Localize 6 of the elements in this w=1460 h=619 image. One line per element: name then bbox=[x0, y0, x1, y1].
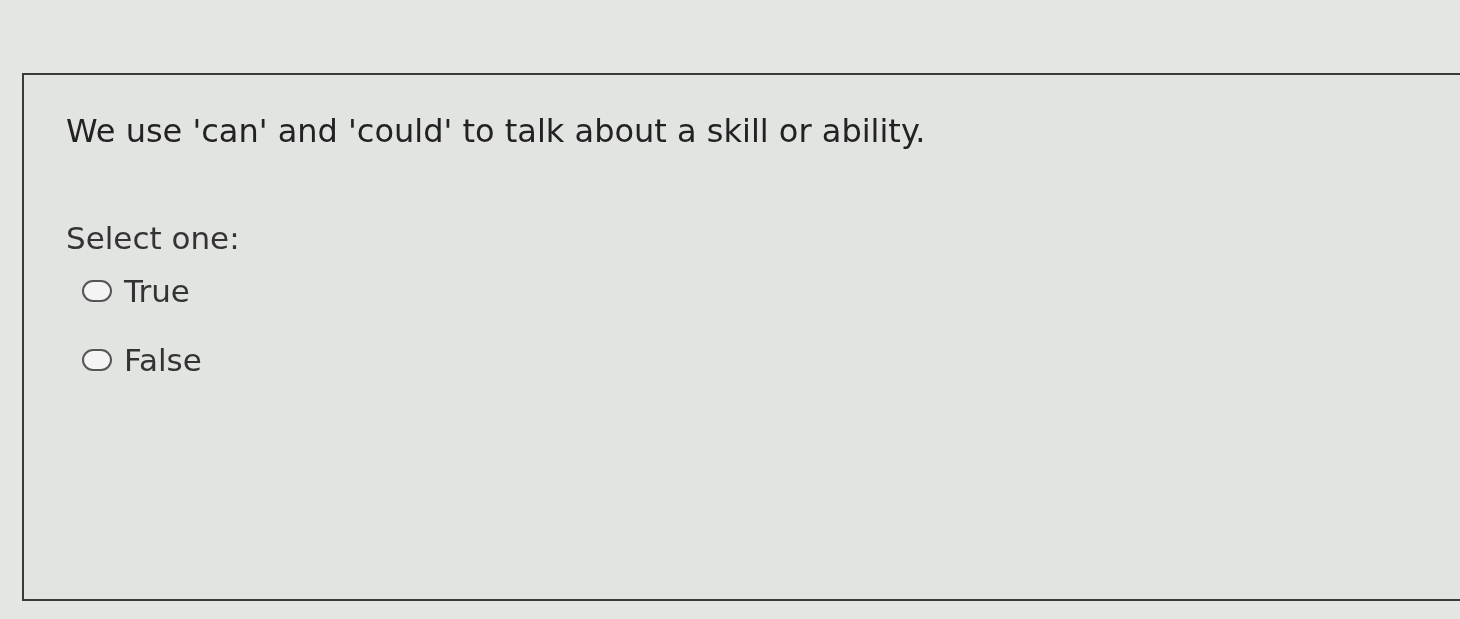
radio-option[interactable]: False bbox=[82, 340, 202, 380]
radio-button[interactable] bbox=[82, 348, 112, 371]
prompt-text: Select one: bbox=[66, 219, 241, 258]
radio-option[interactable]: True bbox=[82, 271, 190, 311]
question-text: We use 'can' and 'could' to talk about a skill or ability. bbox=[66, 111, 927, 151]
radio-button[interactable] bbox=[82, 280, 112, 303]
